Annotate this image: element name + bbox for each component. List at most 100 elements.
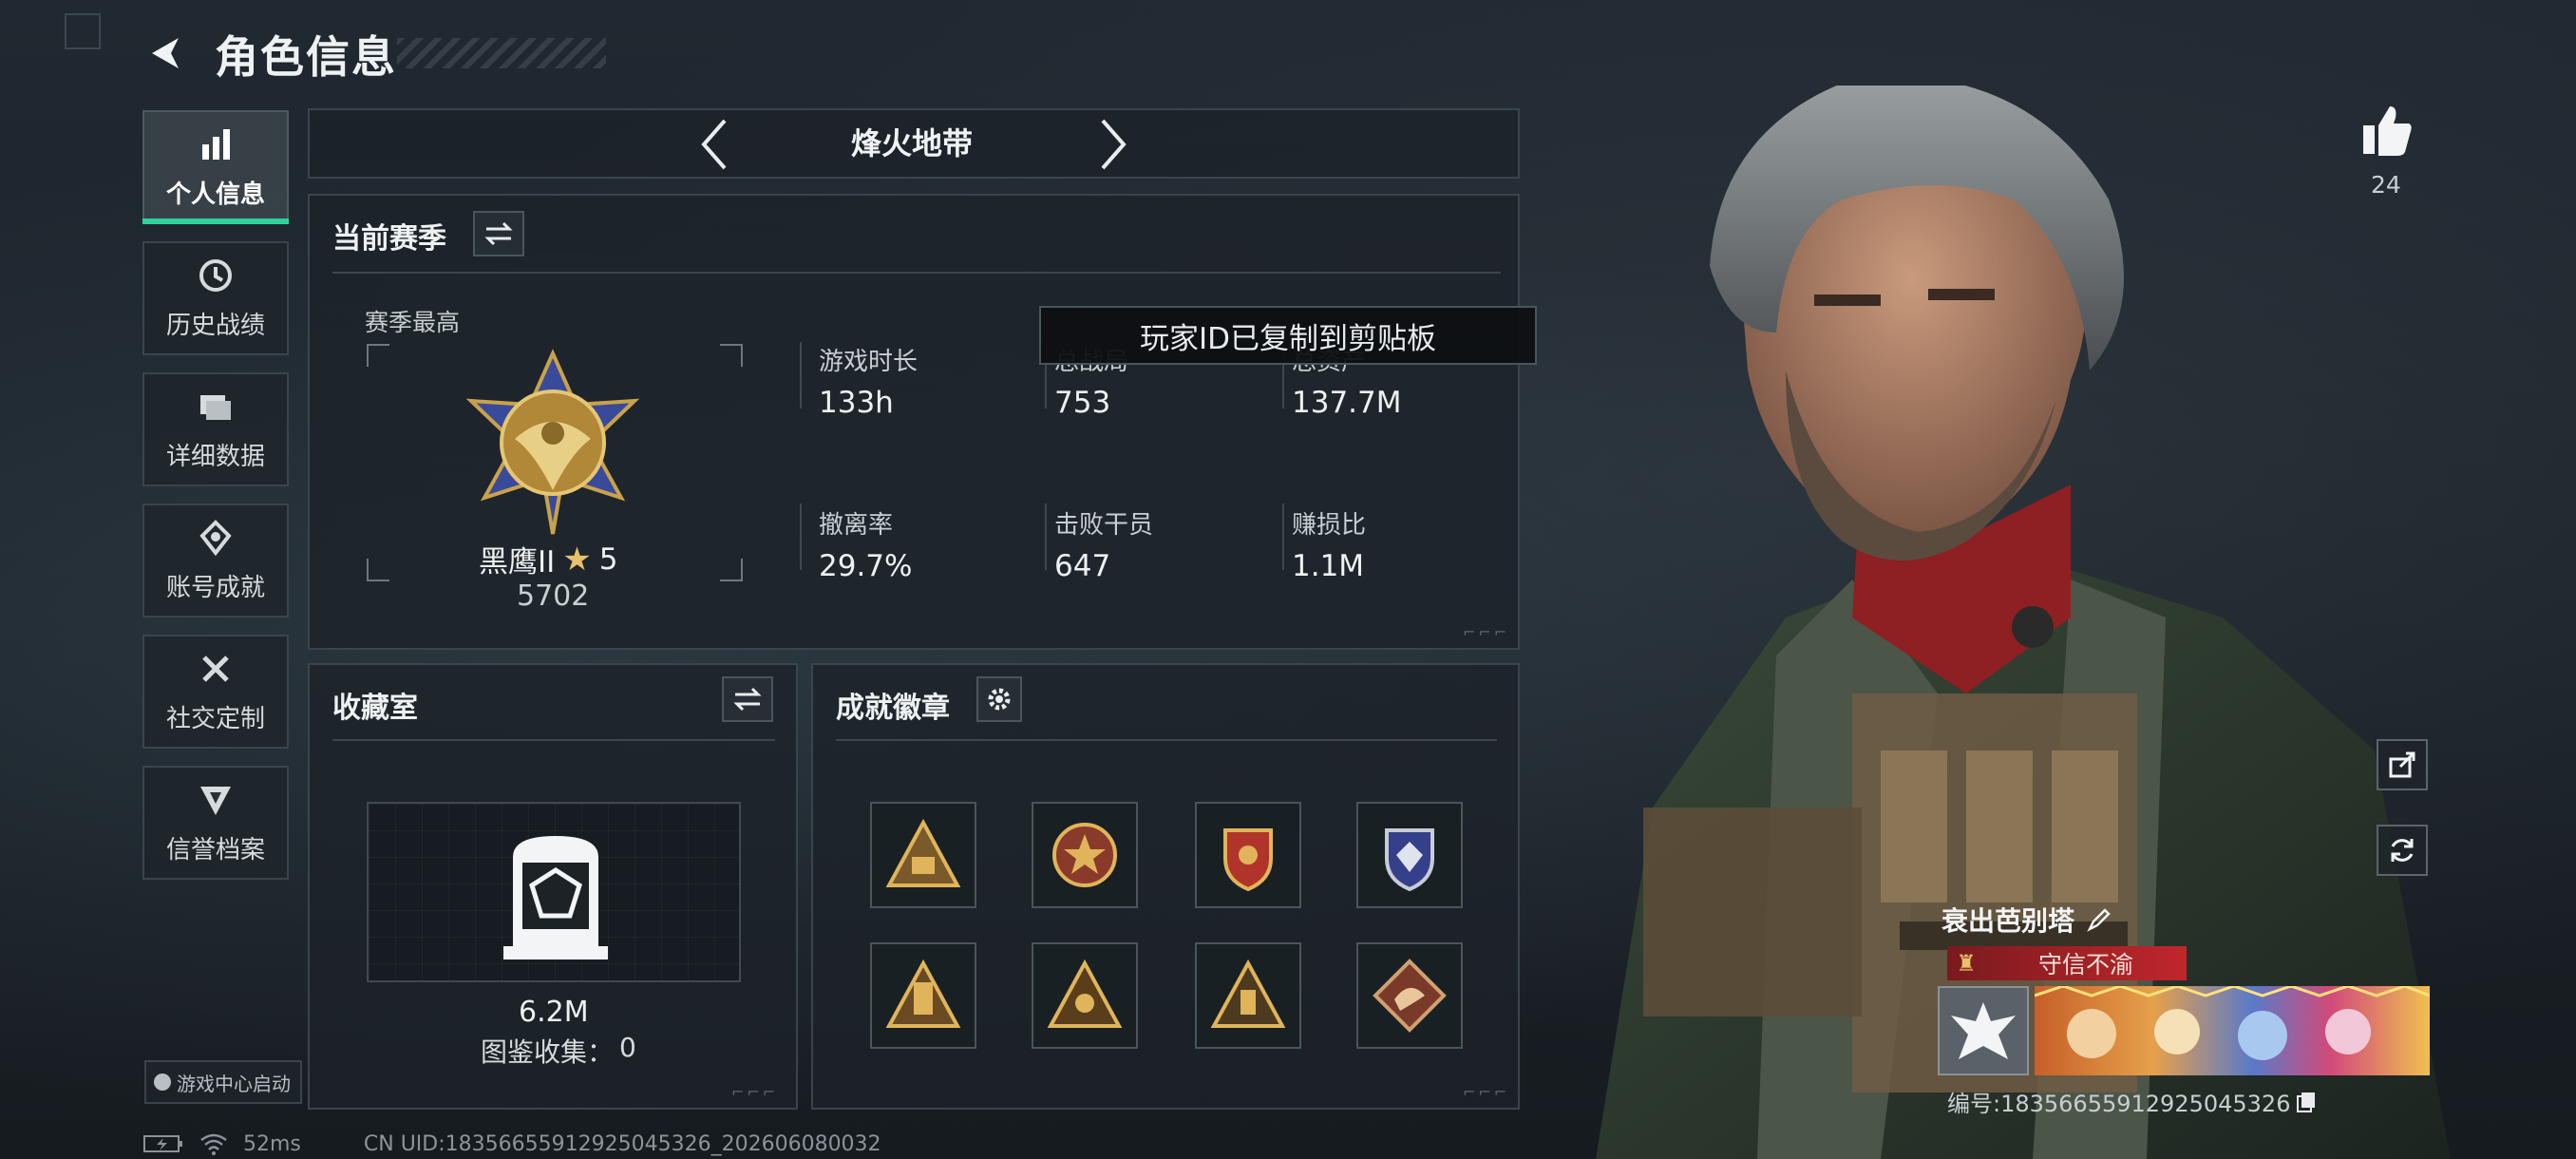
blue-shield-badge-icon <box>1385 828 1434 892</box>
badges-title: 成就徽章 <box>836 692 950 725</box>
corner-frame <box>65 13 101 49</box>
player-banner[interactable] <box>2034 984 2431 1075</box>
nav-item-social-customize[interactable]: 社交定制 <box>142 635 289 749</box>
collection-switch-button[interactable] <box>722 676 773 722</box>
star-icon: ★ <box>562 540 592 579</box>
banner-art <box>2034 984 2431 1060</box>
share-icon <box>2389 751 2415 778</box>
mode-next-button[interactable] <box>1085 116 1142 173</box>
tools-icon <box>202 655 229 682</box>
reputation-icon <box>200 786 231 815</box>
divider <box>332 272 1501 274</box>
nav-item-label: 个人信息 <box>165 180 265 209</box>
rank-name-row: 黑鹰II ★ 5 <box>479 538 618 580</box>
player-id-row: 编号:18356655912925045326 <box>1947 1085 2319 1118</box>
stat-divider <box>800 504 802 570</box>
badge-slot[interactable] <box>1356 802 1463 908</box>
stat-label-profit-loss-ratio: 赚损比 <box>1292 511 1367 540</box>
catalog-count: 0 <box>619 1032 636 1063</box>
badges-settings-button[interactable] <box>976 676 1022 722</box>
mode-name: 烽火地带 <box>850 125 973 162</box>
title-tag-text: 守信不渝 <box>2037 951 2133 978</box>
folder-icon <box>200 394 231 420</box>
badge-slot[interactable] <box>1356 942 1463 1049</box>
tower-badge-icon <box>885 959 961 1028</box>
refresh-button[interactable] <box>2377 825 2428 876</box>
game-center-label: 游戏中心启动 <box>177 1072 291 1095</box>
nav-item-detailed-data[interactable]: 详细数据 <box>142 372 289 486</box>
share-button[interactable] <box>2377 739 2428 790</box>
player-avatar[interactable] <box>1938 986 2029 1075</box>
collection-title: 收藏室 <box>332 692 418 725</box>
eagle-emblem-icon <box>1951 1002 2016 1059</box>
nav-item-label: 详细数据 <box>165 442 265 471</box>
stat-value-total-assets: 137.7M <box>1292 386 1402 420</box>
bar-chart-icon <box>202 128 230 160</box>
panel-corner-marks: ⌐⌐⌐ <box>1463 1083 1510 1101</box>
panel-corner-marks: ⌐⌐⌐ <box>731 1083 779 1101</box>
dragon-diamond-badge-icon <box>1373 959 1447 1033</box>
back-button[interactable] <box>141 27 194 80</box>
season-best-label: 赛季最高 <box>365 309 461 336</box>
stat-label-play-time: 游戏时长 <box>819 348 919 376</box>
eye-triangle-badge-icon <box>1047 959 1123 1028</box>
catalog-row: 图鉴收集： 0 <box>481 1032 636 1070</box>
nav-item-label: 账号成就 <box>165 573 265 602</box>
season-title: 当前赛季 <box>332 222 446 256</box>
stat-value-profit-loss-ratio: 1.1M <box>1292 549 1365 583</box>
star-seal-badge-icon <box>1052 823 1117 887</box>
collection-value: 6.2M <box>519 996 589 1029</box>
season-switch-button[interactable] <box>473 211 524 256</box>
game-center-icon <box>154 1074 171 1091</box>
swap-icon <box>733 687 762 712</box>
stat-divider <box>800 342 802 408</box>
game-center-launch-button[interactable]: 游戏中心启动 <box>144 1060 302 1104</box>
copy-icon[interactable] <box>2296 1091 2319 1113</box>
page-title: 角色信息 <box>215 31 397 83</box>
stat-divider <box>1282 504 1284 570</box>
badge-slot[interactable] <box>1195 802 1301 908</box>
copy-toast: 玩家ID已复制到剪贴板 <box>1039 306 1537 365</box>
thumbs-up-icon[interactable] <box>2359 103 2415 158</box>
ping-value: 52ms <box>243 1131 301 1156</box>
shield-crest-badge-icon <box>1223 828 1273 892</box>
wifi-icon <box>200 1133 227 1155</box>
divider <box>836 739 1497 741</box>
panel-corner-marks: ⌐⌐⌐ <box>1463 623 1510 641</box>
stat-value-total-matches: 753 <box>1054 386 1111 420</box>
rank-stars: 5 <box>598 542 618 577</box>
badge-slot[interactable] <box>1032 802 1138 908</box>
nav-item-label: 信誉档案 <box>165 835 265 864</box>
nav-item-account-achievements[interactable]: 账号成就 <box>142 504 289 618</box>
stat-divider <box>1045 504 1047 570</box>
swap-icon <box>484 221 513 246</box>
relic-triangle-badge-icon <box>1210 959 1286 1028</box>
divider <box>332 739 775 741</box>
player-id: 编号:18356655912925045326 <box>1947 1091 2291 1117</box>
status-bar: 52ms CN UID:18356655912925045326_2026060… <box>142 1130 881 1157</box>
title-decoration <box>397 38 606 68</box>
uid-text: CN UID:18356655912925045326_202606080032 <box>363 1131 881 1156</box>
collection-room-preview[interactable] <box>367 802 741 982</box>
vault-icon <box>503 836 608 960</box>
badge-slot[interactable] <box>870 942 976 1049</box>
nav-item-label: 社交定制 <box>165 704 265 733</box>
badge-slot[interactable] <box>1195 942 1301 1049</box>
history-icon <box>199 258 232 292</box>
stat-value-play-time: 133h <box>819 386 894 420</box>
back-arrow-icon <box>152 38 179 68</box>
nav-item-label: 历史战绩 <box>165 311 265 340</box>
nav-item-history[interactable]: 历史战绩 <box>142 241 289 355</box>
pyramid-badge-icon <box>885 818 961 887</box>
catalog-label: 图鉴收集： <box>481 1036 615 1068</box>
player-name-row: 衰出芭别塔 <box>1941 901 2112 939</box>
nav-item-reputation[interactable]: 信誉档案 <box>142 766 289 880</box>
badge-slot[interactable] <box>1032 942 1138 1049</box>
nav-item-personal-info[interactable]: 个人信息 <box>142 110 289 224</box>
rank-points: 5702 <box>517 580 590 613</box>
edit-name-icon[interactable] <box>2086 906 2112 933</box>
achievement-icon <box>199 519 232 556</box>
badge-slot[interactable] <box>870 802 976 908</box>
rank-name: 黑鹰II <box>479 545 556 580</box>
rank-emblem-icon <box>465 349 640 535</box>
